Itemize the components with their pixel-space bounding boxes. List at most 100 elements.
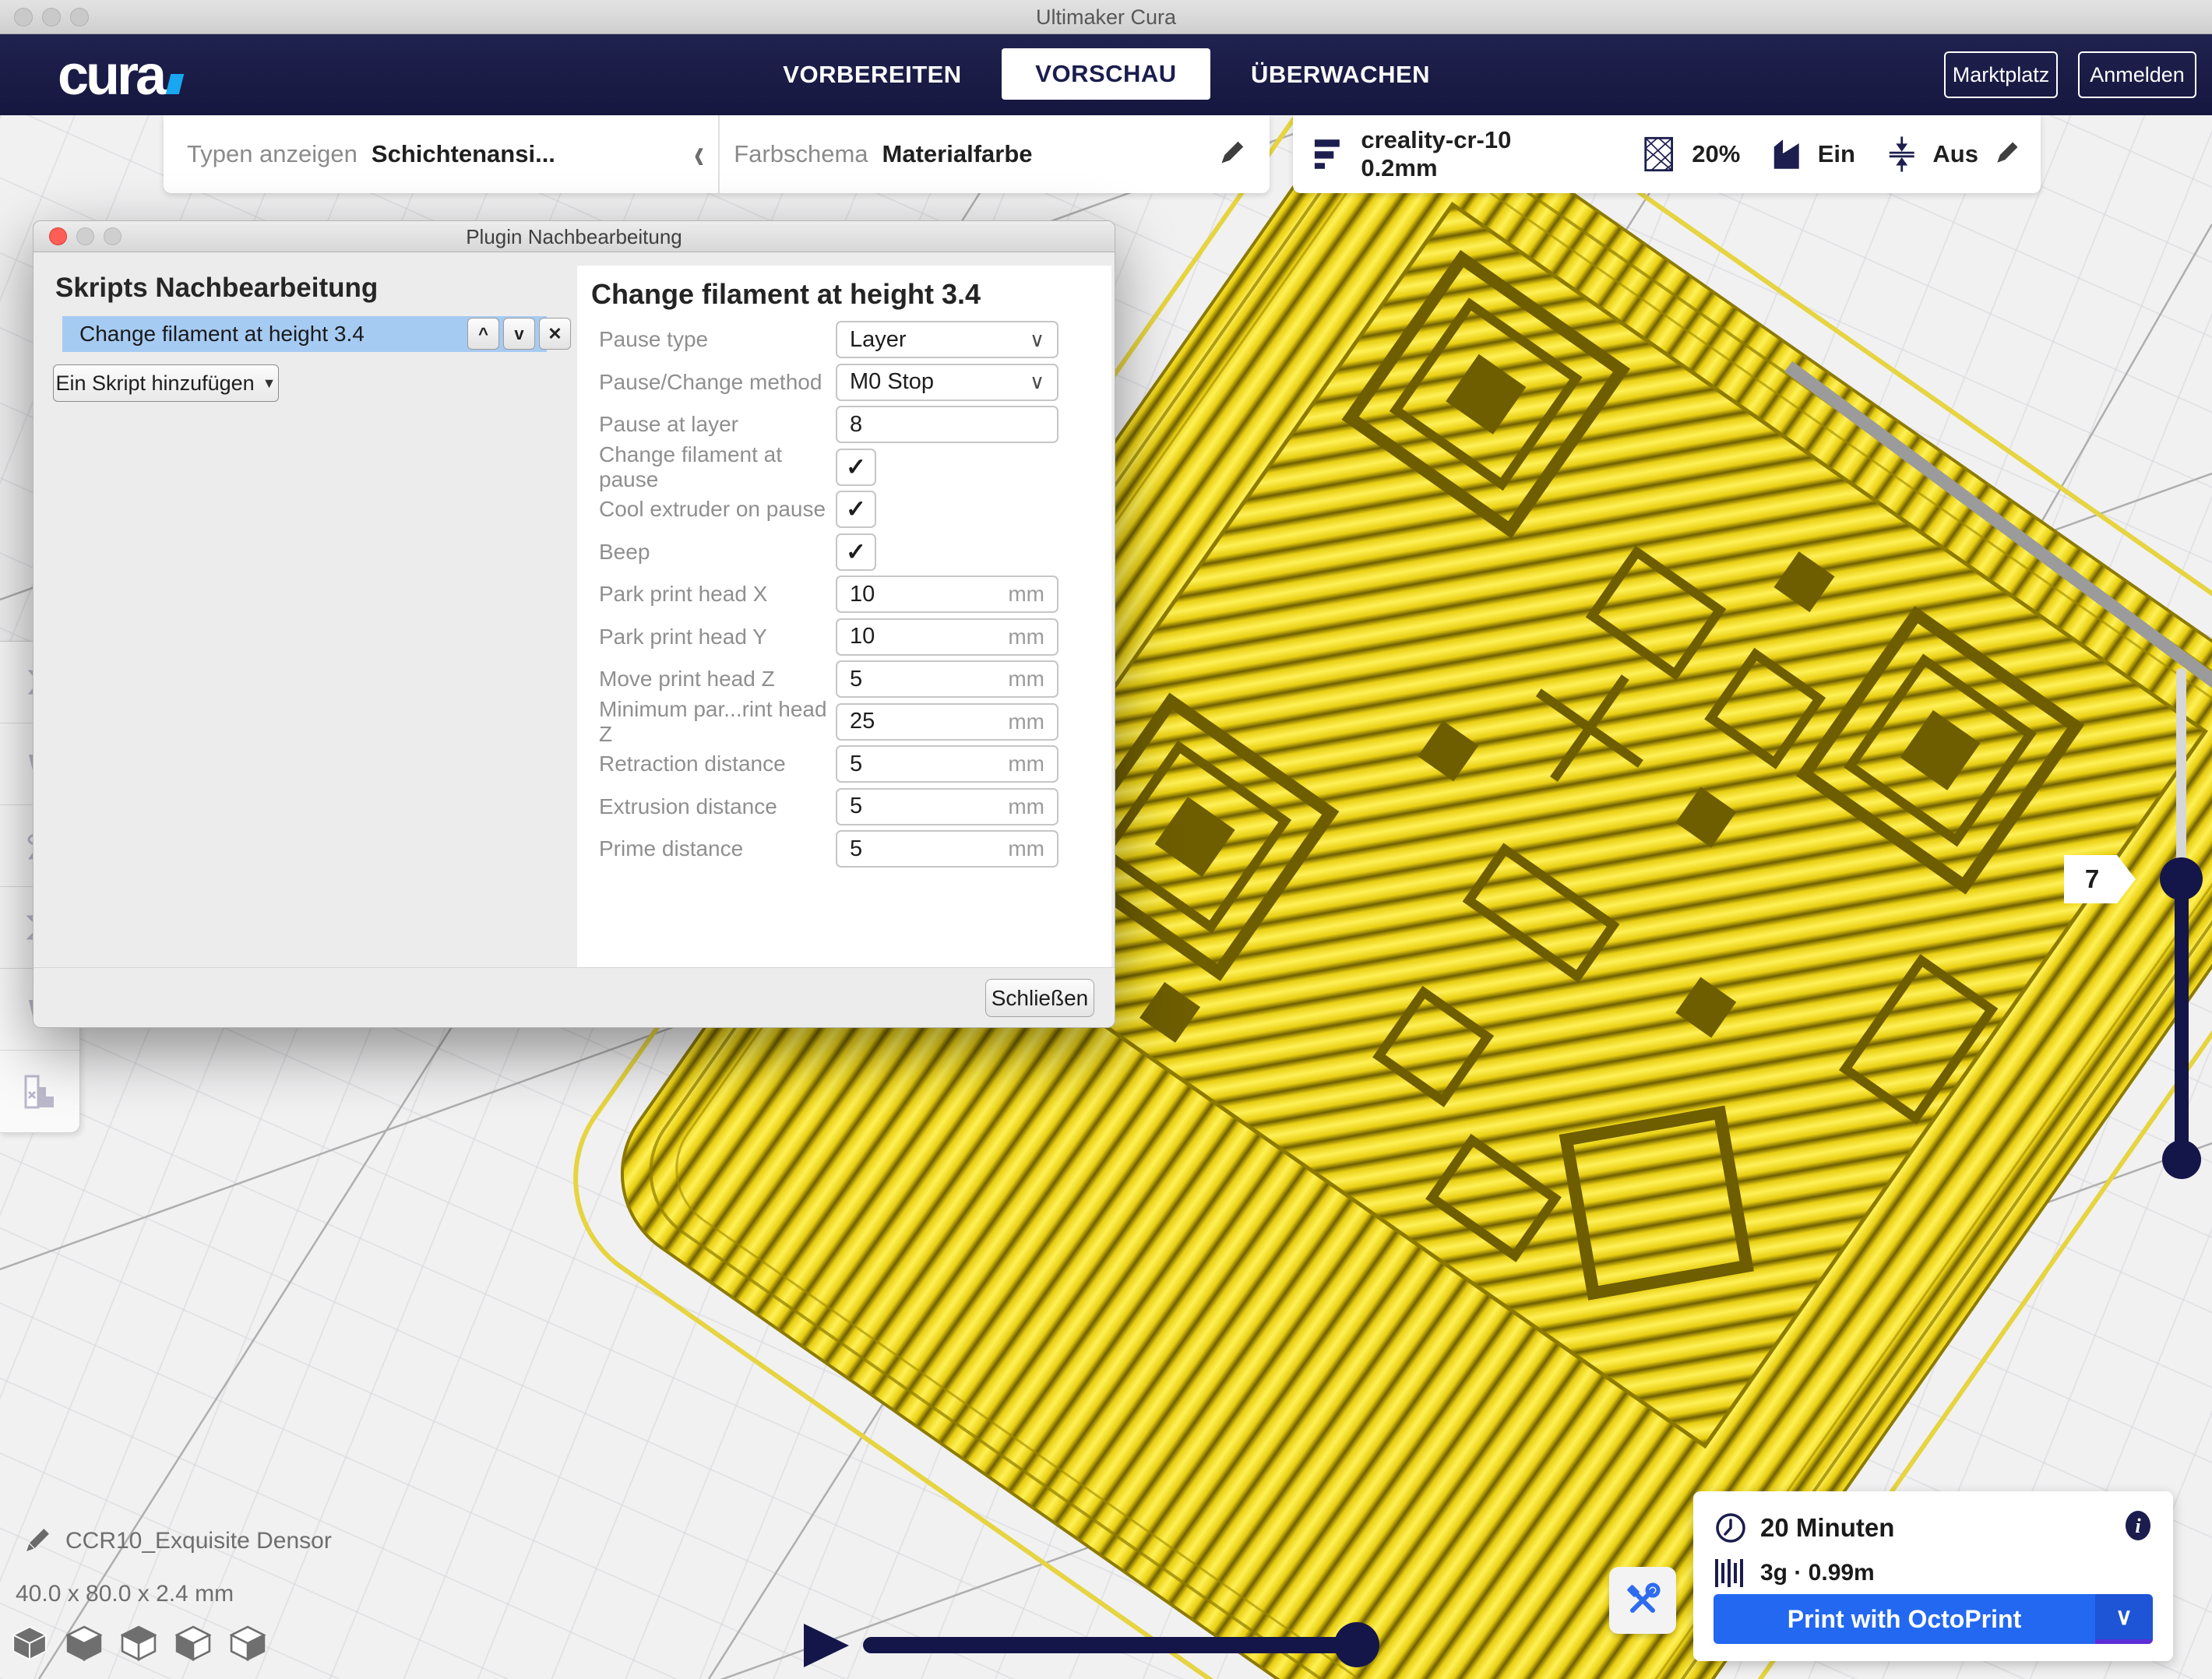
collapse-chevron-icon[interactable]: ‹ (694, 130, 704, 179)
pause-at-layer-input[interactable]: 8 (836, 406, 1058, 443)
scripts-heading: Skripts Nachbearbeitung (55, 273, 378, 304)
retraction-distance-input[interactable]: 5 mm (836, 745, 1058, 783)
tab-ueberwachen[interactable]: ÜBERWACHEN (1243, 34, 1438, 115)
script-list-item-selected[interactable]: Change filament at height 3.4 ^ v ✕ (62, 316, 547, 352)
dropdown-caret-icon: ▼ (262, 375, 276, 392)
field-unit: mm (1008, 752, 1044, 776)
field-label: Move print head Z (577, 667, 836, 692)
field-unit: mm (1008, 794, 1044, 819)
play-button[interactable] (804, 1624, 849, 1667)
form-heading: Change filament at height 3.4 (591, 278, 1111, 311)
support-icon (1771, 136, 1802, 173)
window-titlebar[interactable]: Ultimaker Cura (0, 0, 2212, 34)
support-value: Ein (1818, 140, 1855, 168)
park-print-head-y-input[interactable]: 10mm (836, 618, 1058, 656)
marketplace-button[interactable]: Marktplatz (1944, 51, 2058, 98)
field-row-beep: Beep✓ (577, 531, 1111, 574)
print-settings-panel[interactable]: creality-cr-10 0.2mm 20% Ein Aus (1293, 115, 2041, 193)
material-spool-icon (1714, 1558, 1748, 1589)
field-label: Pause type (577, 327, 836, 352)
field-value: 25 (850, 709, 875, 734)
add-script-button[interactable]: Ein Skript hinzufügen ▼ (53, 364, 279, 402)
view-left-button[interactable] (171, 1621, 215, 1665)
printer-profile: creality-cr-10 0.2mm (1361, 126, 1580, 182)
script-settings-panel: Change filament at height 3.4 Pause type… (577, 266, 1111, 969)
field-row-extrusion-distance: Extrusion distance 5 mm (577, 786, 1111, 829)
field-row-park-print-head-y: Park print head Y10mm (577, 616, 1111, 659)
move-print-head-z-input[interactable]: 5mm (836, 660, 1058, 698)
extrusion-distance-input[interactable]: 5 mm (836, 788, 1058, 825)
script-move-down-button[interactable]: v (503, 318, 535, 350)
tab-vorschau[interactable]: VORSCHAU (1002, 48, 1210, 100)
beep-checkbox[interactable]: ✓ (836, 533, 876, 571)
path-slider-handle[interactable] (1334, 1622, 1379, 1667)
path-slider-track[interactable] (863, 1637, 1358, 1653)
dialog-title: Plugin Nachbearbeitung (33, 225, 1115, 249)
cool-extruder-on-pause-checkbox[interactable]: ✓ (836, 491, 876, 528)
adjust-tools-button[interactable] (1609, 1567, 1676, 1634)
field-label: Pause at layer (577, 412, 836, 437)
print-with-octoprint-button[interactable]: Print with OctoPrint (1714, 1594, 2095, 1644)
field-value: 10 (850, 582, 875, 607)
field-value: 5 (850, 752, 862, 777)
change-filament-at-pause-checkbox[interactable]: ✓ (836, 449, 876, 486)
field-label: Park print head X (577, 582, 836, 607)
clock-icon (1714, 1511, 1748, 1545)
view-front-button[interactable] (62, 1621, 106, 1665)
field-label: Cool extruder on pause (577, 497, 836, 522)
signin-button[interactable]: Anmelden (2078, 51, 2196, 98)
tab-vorbereiten[interactable]: VORBEREITEN (779, 34, 966, 115)
layer-slider-bottom-handle[interactable] (2162, 1140, 2201, 1179)
park-print-head-x-input[interactable]: 10 mm (836, 576, 1058, 613)
support-blocker-tool[interactable] (0, 1051, 79, 1132)
layer-slider-track[interactable] (2176, 668, 2186, 882)
field-label: Change filament at pause (577, 442, 836, 492)
view-3d-button[interactable] (8, 1621, 51, 1665)
field-unit: mm (1008, 625, 1044, 649)
main-nav-bar: cura VORBEREITEN VORSCHAU ÜBERWACHEN Mar… (0, 34, 2212, 115)
field-row-cool-extruder-on-pause: Cool extruder on pause✓ (577, 488, 1111, 531)
field-label: Minimum par...rint head Z (577, 697, 836, 747)
view-top-button[interactable] (117, 1621, 160, 1665)
pause-type-select[interactable]: Layer∨ (836, 321, 1058, 358)
dialog-titlebar[interactable]: Plugin Nachbearbeitung (33, 221, 1115, 252)
field-unit: mm (1008, 582, 1044, 607)
window-title: Ultimaker Cura (0, 5, 2212, 30)
layer-slider-handle[interactable] (2160, 857, 2203, 900)
field-row-retraction-distance: Retraction distance5mm (577, 743, 1111, 786)
infill-value: 20% (1692, 140, 1740, 168)
field-unit: mm (1008, 836, 1044, 861)
field-value: 8 (850, 412, 862, 438)
close-dialog-button[interactable]: Schließen (985, 979, 1094, 1017)
print-options-chevron[interactable]: ∨ (2095, 1594, 2153, 1644)
edit-scheme-pencil-icon[interactable] (1218, 139, 1246, 171)
field-row-pause-type: Pause typeLayer∨ (577, 319, 1111, 361)
field-label: Extrusion distance (577, 794, 836, 819)
field-row-pause-change-method: Pause/Change methodM0 Stop∨ (577, 361, 1111, 404)
print-time-estimate: 20 Minuten (1760, 1513, 1894, 1543)
field-value: 5 (850, 794, 862, 819)
rename-model-pencil-icon[interactable] (22, 1525, 53, 1560)
field-row-minimum-park-print-head-z: Minimum par...rint head Z25mm (577, 701, 1111, 744)
scheme-label: Farbschema (734, 140, 868, 168)
pause-change-method-select[interactable]: M0 Stop∨ (836, 364, 1058, 401)
scheme-value[interactable]: Materialfarbe (882, 140, 1033, 168)
field-unit: mm (1008, 709, 1044, 734)
minimum-park-print-head-z-input[interactable]: 25 mm (836, 703, 1058, 741)
view-right-button[interactable] (226, 1621, 269, 1665)
prime-distance-input[interactable]: 5 mm (836, 830, 1058, 868)
script-remove-button[interactable]: ✕ (539, 318, 571, 350)
field-value: M0 Stop (850, 369, 934, 395)
field-value: 5 (850, 836, 862, 862)
layer-slider-range[interactable] (2175, 878, 2189, 1160)
model-name: CCR10_Exquisite Densor (65, 1528, 332, 1554)
material-estimate: 3g · 0.99m (1760, 1560, 1875, 1586)
type-value[interactable]: Schichtenansi... (372, 140, 555, 168)
field-row-pause-at-layer: Pause at layer 8 (577, 403, 1111, 446)
dialog-footer: Schließen (33, 967, 1115, 1027)
info-icon[interactable]: i (2123, 1508, 2153, 1547)
script-move-up-button[interactable]: ^ (467, 318, 499, 350)
field-row-park-print-head-x: Park print head X 10 mm (577, 573, 1111, 616)
edit-settings-pencil-icon[interactable] (1994, 139, 2020, 170)
field-label: Pause/Change method (577, 370, 836, 395)
